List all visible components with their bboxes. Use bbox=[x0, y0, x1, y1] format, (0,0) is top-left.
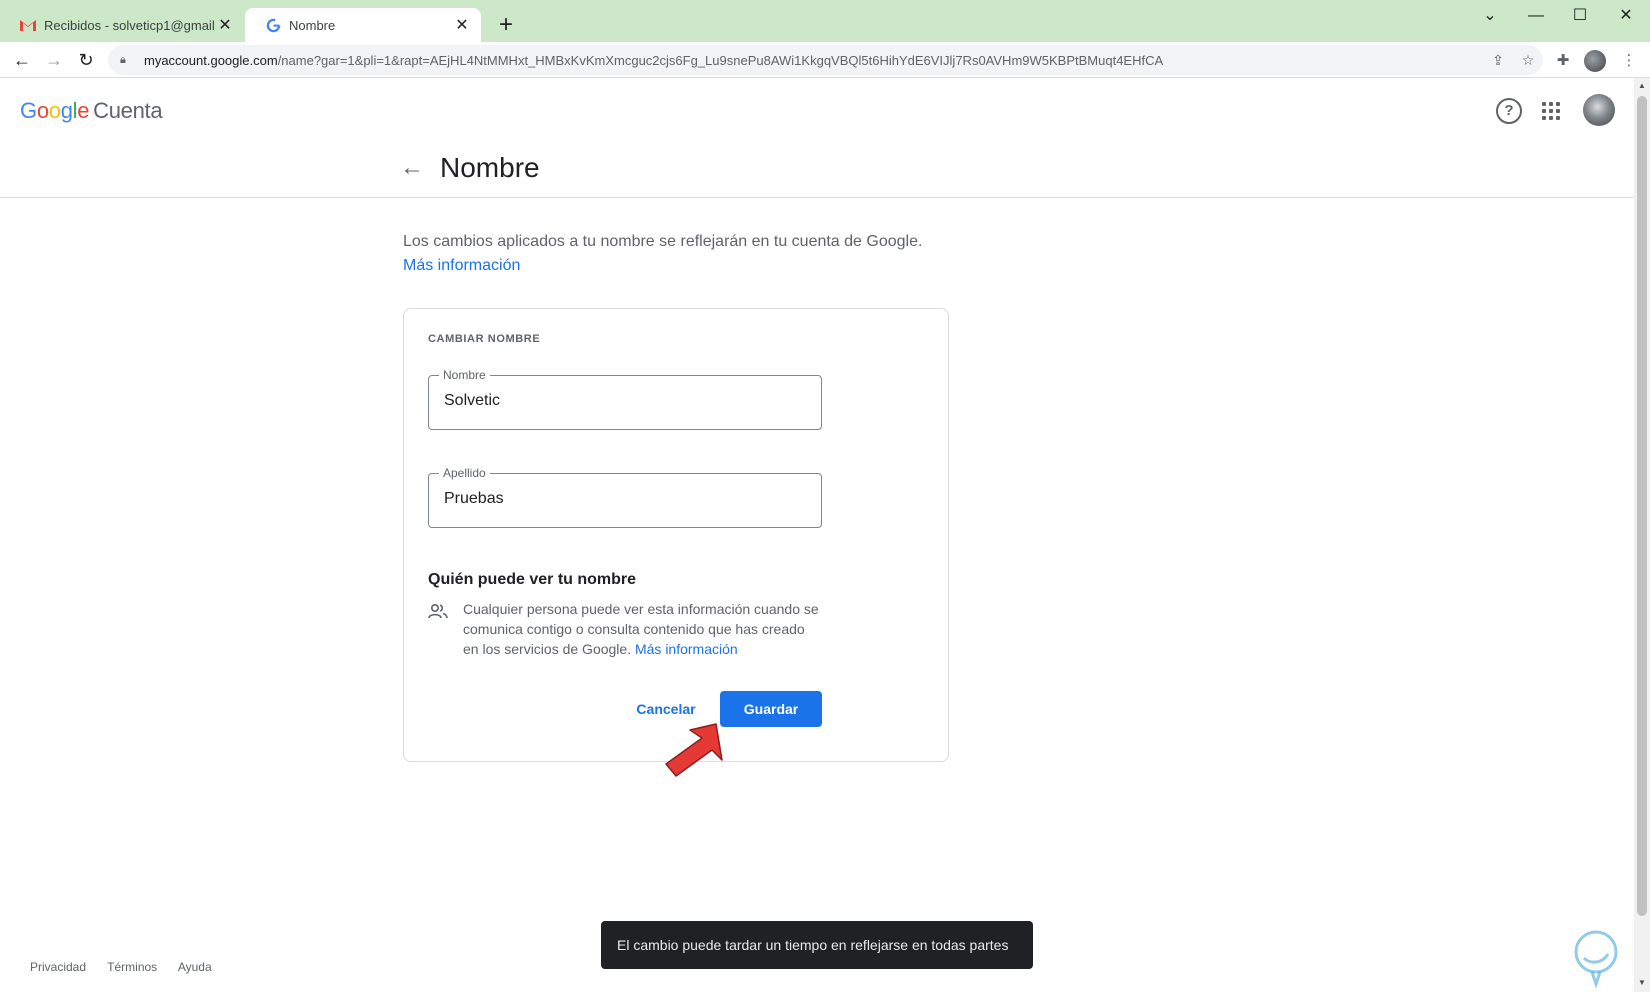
profile-avatar[interactable] bbox=[1584, 50, 1606, 72]
visibility-description: Cualquier persona puede ver esta informa… bbox=[463, 601, 819, 657]
reload-icon[interactable]: ↻ bbox=[72, 46, 100, 74]
new-tab-icon[interactable]: + bbox=[492, 12, 520, 40]
page-title: Nombre bbox=[440, 152, 540, 183]
menu-icon[interactable]: ⋮ bbox=[1616, 48, 1642, 74]
browser-tab-bar: Recibidos - solveticp1@gmail.co ✕ Nombre… bbox=[0, 0, 1650, 42]
google-g-icon bbox=[265, 17, 281, 33]
first-name-field[interactable]: Nombre bbox=[428, 368, 822, 430]
first-name-label: Nombre bbox=[439, 368, 490, 382]
annotation-arrow-icon bbox=[665, 723, 723, 777]
forward-icon[interactable]: → bbox=[40, 46, 68, 74]
last-name-input[interactable] bbox=[444, 490, 804, 508]
maximize-icon[interactable]: ☐ bbox=[1558, 4, 1602, 28]
back-icon[interactable]: ← bbox=[8, 46, 36, 74]
lock-icon: 🔒︎ bbox=[120, 53, 126, 66]
scrollbar-thumb[interactable] bbox=[1637, 96, 1647, 916]
tab-search-icon[interactable]: ⌄ bbox=[1468, 4, 1512, 28]
last-name-field[interactable]: Apellido bbox=[428, 466, 822, 528]
tab-nombre[interactable]: Nombre ✕ bbox=[245, 8, 481, 42]
watermark-logo-icon bbox=[1574, 930, 1618, 988]
scroll-up-icon[interactable]: ▲ bbox=[1634, 81, 1650, 90]
star-icon[interactable]: ☆ bbox=[1513, 52, 1543, 69]
gmail-icon bbox=[20, 17, 36, 33]
scroll-down-icon[interactable]: ▼ bbox=[1634, 978, 1650, 987]
tab-title: Recibidos - solveticp1@gmail.co bbox=[44, 17, 216, 33]
more-info-link[interactable]: Más información bbox=[403, 257, 520, 274]
visibility-title: Quién puede ver tu nombre bbox=[428, 571, 637, 588]
minimize-icon[interactable]: — bbox=[1514, 4, 1558, 28]
address-bar[interactable]: 🔒︎ myaccount.google.com/name?gar=1&pli=1… bbox=[108, 45, 1543, 75]
tab-title: Nombre bbox=[289, 17, 336, 33]
page-scrollbar[interactable]: ▲ ▼ bbox=[1634, 78, 1650, 992]
close-icon[interactable]: ✕ bbox=[453, 15, 471, 35]
browser-toolbar: ← → ↻ 🔒︎ myaccount.google.com/name?gar=1… bbox=[0, 42, 1650, 78]
account-avatar[interactable] bbox=[1583, 94, 1615, 126]
intro-text-block: Los cambios aplicados a tu nombre se ref… bbox=[403, 230, 922, 278]
snackbar: El cambio puede tardar un tiempo en refl… bbox=[601, 921, 1033, 969]
change-name-card: CAMBIAR NOMBRE Nombre Apellido Quién pue… bbox=[403, 308, 949, 762]
intro-text: Los cambios aplicados a tu nombre se ref… bbox=[403, 233, 923, 250]
close-icon[interactable]: ✕ bbox=[216, 15, 234, 35]
last-name-label: Apellido bbox=[439, 466, 490, 480]
save-button[interactable]: Guardar bbox=[720, 691, 822, 727]
window-close-icon[interactable]: ✕ bbox=[1604, 4, 1648, 28]
first-name-input[interactable] bbox=[444, 392, 804, 410]
url-text: myaccount.google.com/name?gar=1&pli=1&ra… bbox=[144, 52, 1164, 68]
footer-link-terms[interactable]: Términos bbox=[107, 960, 157, 974]
extensions-icon[interactable]: ✚ bbox=[1550, 48, 1576, 74]
help-icon[interactable]: ? bbox=[1496, 98, 1522, 124]
footer-link-help[interactable]: Ayuda bbox=[178, 960, 212, 974]
footer-link-privacy[interactable]: Privacidad bbox=[30, 960, 86, 974]
tab-gmail[interactable]: Recibidos - solveticp1@gmail.co ✕ bbox=[0, 8, 244, 42]
google-account-logo[interactable]: Google Cuenta bbox=[20, 98, 163, 124]
back-arrow-icon[interactable]: ← bbox=[400, 154, 424, 182]
account-header: Google Cuenta ? ← Nombre bbox=[0, 78, 1634, 198]
people-icon bbox=[428, 603, 448, 621]
apps-grid-icon[interactable] bbox=[1540, 100, 1562, 122]
visibility-more-info-link[interactable]: Más información bbox=[635, 641, 738, 657]
page-footer: Privacidad Términos Ayuda bbox=[30, 960, 230, 974]
share-icon[interactable]: ⇪ bbox=[1483, 52, 1513, 69]
card-heading: CAMBIAR NOMBRE bbox=[428, 333, 541, 345]
